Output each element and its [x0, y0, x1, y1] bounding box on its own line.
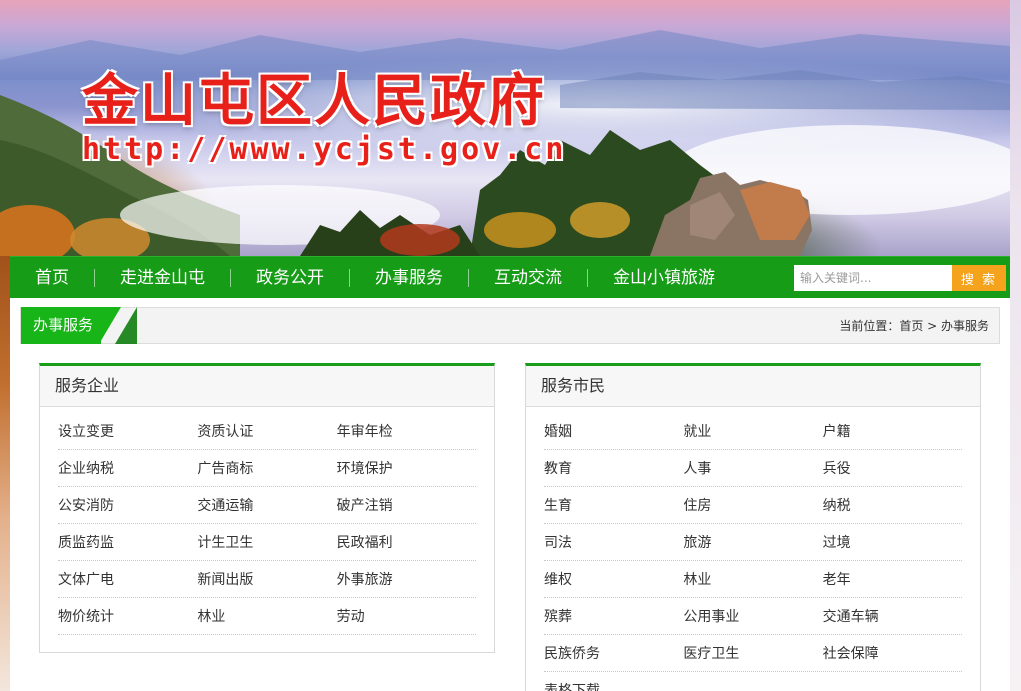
site-url: http://www.ycjst.gov.cn — [82, 132, 567, 167]
service-link[interactable]: 劳动 — [337, 606, 476, 626]
service-link[interactable]: 兵役 — [823, 458, 962, 478]
citizen-services-panel: 服务市民 婚姻 就业 户籍 教育 人事 兵役 生育 住房 纳税 司法 旅游 过境 维权 林业 老年 殡葬 公用事… — [525, 363, 981, 691]
service-link[interactable]: 外事旅游 — [337, 569, 476, 589]
service-row: 司法 旅游 过境 — [544, 524, 962, 561]
service-row: 质监药监 计生卫生 民政福利 — [58, 524, 476, 561]
search-input[interactable] — [794, 265, 952, 291]
service-link[interactable]: 就业 — [683, 421, 822, 441]
side-decoration-left — [0, 256, 10, 691]
service-link[interactable]: 破产注销 — [337, 495, 476, 515]
service-link[interactable]: 企业纳税 — [58, 458, 197, 478]
breadcrumb: 当前位置：首页 > 办事服务 — [839, 319, 989, 333]
service-row: 企业纳税 广告商标 环境保护 — [58, 450, 476, 487]
service-link[interactable]: 司法 — [544, 532, 683, 552]
nav-item-tourism[interactable]: 金山小镇旅游 — [588, 257, 740, 299]
service-link[interactable]: 表格下载 — [544, 680, 683, 691]
service-row: 教育 人事 兵役 — [544, 450, 962, 487]
service-link[interactable]: 公安消防 — [58, 495, 197, 515]
nav-item-home[interactable]: 首页 — [10, 257, 94, 299]
business-services-grid: 设立变更 资质认证 年审年检 企业纳税 广告商标 环境保护 公安消防 交通运输 破产注销 质监药监… — [40, 407, 494, 635]
service-link[interactable]: 过境 — [823, 532, 962, 552]
side-decoration-right — [1010, 0, 1021, 691]
service-link[interactable]: 殡葬 — [544, 606, 683, 626]
service-link[interactable]: 设立变更 — [58, 421, 197, 441]
service-link[interactable]: 林业 — [197, 606, 336, 626]
service-row: 设立变更 资质认证 年审年检 — [58, 413, 476, 450]
service-link[interactable]: 资质认证 — [197, 421, 336, 441]
citizen-services-grid: 婚姻 就业 户籍 教育 人事 兵役 生育 住房 纳税 司法 旅游 过境 维权 林业 老年 殡葬 公用事业 交通车辆… — [526, 407, 980, 691]
section-tab-shadow — [115, 307, 137, 344]
breadcrumb-bar: 办事服务 当前位置：首页 > 办事服务 — [20, 307, 1000, 344]
service-link[interactable]: 林业 — [683, 569, 822, 589]
site-title: 金山屯区人民政府 — [82, 69, 546, 134]
main-nav: 首页 走进金山屯 政务公开 办事服务 互动交流 金山小镇旅游 搜 索 — [10, 256, 1010, 298]
main-content: 办事服务 当前位置：首页 > 办事服务 服务企业 设立变更 资质认证 年审年检 企业纳… — [10, 298, 1010, 691]
service-row: 民族侨务 医疗卫生 社会保障 — [544, 635, 962, 672]
service-link[interactable]: 户籍 — [823, 421, 962, 441]
service-row: 婚姻 就业 户籍 — [544, 413, 962, 450]
service-link[interactable]: 人事 — [683, 458, 822, 478]
service-row: 表格下载 — [544, 672, 962, 691]
business-services-panel: 服务企业 设立变更 资质认证 年审年检 企业纳税 广告商标 环境保护 公安消防 交通运输 破产注… — [39, 363, 495, 653]
service-link[interactable]: 交通运输 — [197, 495, 336, 515]
panel-title: 服务企业 — [40, 366, 494, 407]
search-button[interactable]: 搜 索 — [952, 265, 1006, 291]
service-link[interactable]: 纳税 — [823, 495, 962, 515]
service-link[interactable]: 婚姻 — [544, 421, 683, 441]
service-link[interactable]: 新闻出版 — [197, 569, 336, 589]
service-link[interactable]: 文体广电 — [58, 569, 197, 589]
service-link[interactable]: 生育 — [544, 495, 683, 515]
service-link[interactable]: 计生卫生 — [197, 532, 336, 552]
panel-title: 服务市民 — [526, 366, 980, 407]
service-row: 文体广电 新闻出版 外事旅游 — [58, 561, 476, 598]
nav-item-services[interactable]: 办事服务 — [350, 257, 468, 299]
section-tab: 办事服务 — [21, 307, 101, 344]
service-link[interactable]: 民族侨务 — [544, 643, 683, 663]
service-row: 物价统计 林业 劳动 — [58, 598, 476, 635]
service-link[interactable]: 物价统计 — [58, 606, 197, 626]
service-link[interactable]: 年审年检 — [337, 421, 476, 441]
service-row: 殡葬 公用事业 交通车辆 — [544, 598, 962, 635]
header-banner: 金山屯区人民政府 http://www.ycjst.gov.cn — [0, 0, 1010, 256]
nav-item-gov-affairs[interactable]: 政务公开 — [231, 257, 349, 299]
service-link[interactable]: 老年 — [823, 569, 962, 589]
service-link[interactable]: 公用事业 — [683, 606, 822, 626]
service-link[interactable]: 医疗卫生 — [683, 643, 822, 663]
service-link[interactable]: 住房 — [683, 495, 822, 515]
service-link[interactable]: 维权 — [544, 569, 683, 589]
service-link[interactable]: 广告商标 — [197, 458, 336, 478]
service-link[interactable]: 教育 — [544, 458, 683, 478]
service-row: 生育 住房 纳税 — [544, 487, 962, 524]
service-link[interactable]: 旅游 — [683, 532, 822, 552]
service-row: 公安消防 交通运输 破产注销 — [58, 487, 476, 524]
service-link[interactable]: 社会保障 — [823, 643, 962, 663]
nav-item-interaction[interactable]: 互动交流 — [469, 257, 587, 299]
service-link[interactable]: 环境保护 — [337, 458, 476, 478]
nav-item-about[interactable]: 走进金山屯 — [95, 257, 230, 299]
service-link[interactable]: 民政福利 — [337, 532, 476, 552]
service-row: 维权 林业 老年 — [544, 561, 962, 598]
service-link[interactable]: 质监药监 — [58, 532, 197, 552]
service-link[interactable]: 交通车辆 — [823, 606, 962, 626]
